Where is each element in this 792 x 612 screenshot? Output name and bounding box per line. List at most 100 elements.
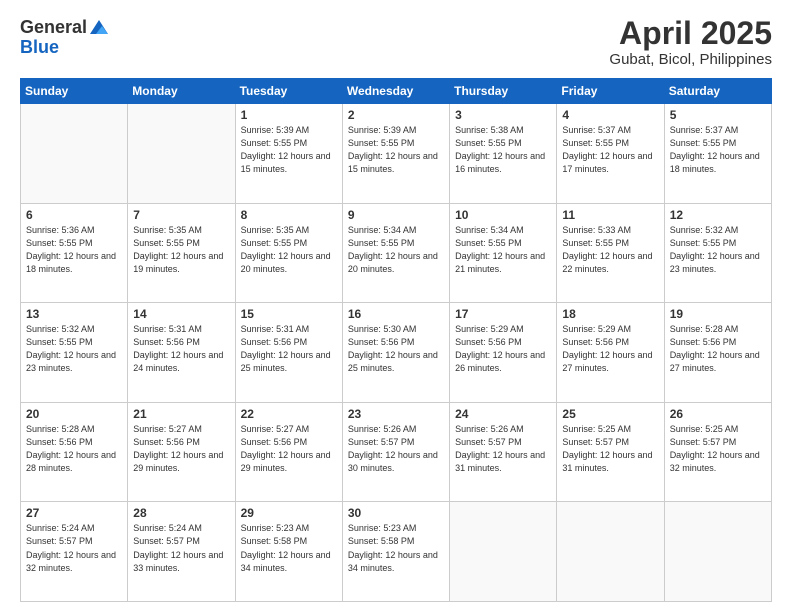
day-info: Sunrise: 5:32 AM Sunset: 5:55 PM Dayligh…	[670, 224, 766, 276]
day-number: 29	[241, 506, 337, 520]
calendar-week-row: 20 Sunrise: 5:28 AM Sunset: 5:56 PM Dayli…	[21, 402, 772, 502]
calendar-cell: 10 Sunrise: 5:34 AM Sunset: 5:55 PM Dayli…	[450, 203, 557, 303]
day-number: 25	[562, 407, 658, 421]
day-number: 27	[26, 506, 122, 520]
day-number: 5	[670, 108, 766, 122]
calendar-cell: 5 Sunrise: 5:37 AM Sunset: 5:55 PM Daylig…	[664, 104, 771, 204]
day-number: 22	[241, 407, 337, 421]
day-info: Sunrise: 5:28 AM Sunset: 5:56 PM Dayligh…	[670, 323, 766, 375]
day-number: 4	[562, 108, 658, 122]
calendar-cell	[664, 502, 771, 602]
calendar-cell: 19 Sunrise: 5:28 AM Sunset: 5:56 PM Dayli…	[664, 303, 771, 403]
day-info: Sunrise: 5:23 AM Sunset: 5:58 PM Dayligh…	[241, 522, 337, 574]
day-info: Sunrise: 5:30 AM Sunset: 5:56 PM Dayligh…	[348, 323, 444, 375]
column-header-wednesday: Wednesday	[342, 79, 449, 104]
calendar-week-row: 6 Sunrise: 5:36 AM Sunset: 5:55 PM Daylig…	[21, 203, 772, 303]
column-header-monday: Monday	[128, 79, 235, 104]
logo-general-text: General	[20, 18, 87, 36]
day-info: Sunrise: 5:24 AM Sunset: 5:57 PM Dayligh…	[26, 522, 122, 574]
calendar-cell: 7 Sunrise: 5:35 AM Sunset: 5:55 PM Daylig…	[128, 203, 235, 303]
day-number: 10	[455, 208, 551, 222]
day-info: Sunrise: 5:37 AM Sunset: 5:55 PM Dayligh…	[670, 124, 766, 176]
calendar-cell	[128, 104, 235, 204]
day-info: Sunrise: 5:35 AM Sunset: 5:55 PM Dayligh…	[133, 224, 229, 276]
day-number: 14	[133, 307, 229, 321]
day-info: Sunrise: 5:26 AM Sunset: 5:57 PM Dayligh…	[455, 423, 551, 475]
calendar-cell: 23 Sunrise: 5:26 AM Sunset: 5:57 PM Dayli…	[342, 402, 449, 502]
logo-icon	[88, 16, 110, 38]
column-header-thursday: Thursday	[450, 79, 557, 104]
day-info: Sunrise: 5:36 AM Sunset: 5:55 PM Dayligh…	[26, 224, 122, 276]
day-number: 13	[26, 307, 122, 321]
day-info: Sunrise: 5:34 AM Sunset: 5:55 PM Dayligh…	[455, 224, 551, 276]
day-number: 6	[26, 208, 122, 222]
day-info: Sunrise: 5:34 AM Sunset: 5:55 PM Dayligh…	[348, 224, 444, 276]
day-info: Sunrise: 5:25 AM Sunset: 5:57 PM Dayligh…	[670, 423, 766, 475]
calendar-cell: 22Sunrise: 5:27 AM Sunset: 5:56 PM Dayli…	[235, 402, 342, 502]
day-number: 11	[562, 208, 658, 222]
day-info: Sunrise: 5:31 AM Sunset: 5:56 PM Dayligh…	[133, 323, 229, 375]
day-number: 9	[348, 208, 444, 222]
day-number: 28	[133, 506, 229, 520]
day-info: Sunrise: 5:37 AM Sunset: 5:55 PM Dayligh…	[562, 124, 658, 176]
calendar-cell: 29 Sunrise: 5:23 AM Sunset: 5:58 PM Dayli…	[235, 502, 342, 602]
calendar-cell: 6 Sunrise: 5:36 AM Sunset: 5:55 PM Daylig…	[21, 203, 128, 303]
day-number: 15	[241, 307, 337, 321]
logo: General Blue	[20, 16, 110, 56]
page: General Blue April 2025 Gubat, Bicol, Ph…	[0, 0, 792, 612]
day-info: Sunrise: 5:31 AM Sunset: 5:56 PM Dayligh…	[241, 323, 337, 375]
calendar-cell: 25 Sunrise: 5:25 AM Sunset: 5:57 PM Dayli…	[557, 402, 664, 502]
logo-blue-text: Blue	[20, 38, 110, 56]
calendar-cell: 13Sunrise: 5:32 AM Sunset: 5:55 PM Dayli…	[21, 303, 128, 403]
calendar-week-row: 1 Sunrise: 5:39 AM Sunset: 5:55 PM Daylig…	[21, 104, 772, 204]
calendar-cell: 2 Sunrise: 5:39 AM Sunset: 5:55 PM Daylig…	[342, 104, 449, 204]
day-info: Sunrise: 5:35 AM Sunset: 5:55 PM Dayligh…	[241, 224, 337, 276]
calendar-cell: 26 Sunrise: 5:25 AM Sunset: 5:57 PM Dayli…	[664, 402, 771, 502]
day-info: Sunrise: 5:29 AM Sunset: 5:56 PM Dayligh…	[562, 323, 658, 375]
calendar-cell: 18Sunrise: 5:29 AM Sunset: 5:56 PM Dayli…	[557, 303, 664, 403]
calendar-cell: 27 Sunrise: 5:24 AM Sunset: 5:57 PM Dayli…	[21, 502, 128, 602]
day-info: Sunrise: 5:28 AM Sunset: 5:56 PM Dayligh…	[26, 423, 122, 475]
day-info: Sunrise: 5:23 AM Sunset: 5:58 PM Dayligh…	[348, 522, 444, 574]
calendar-cell	[557, 502, 664, 602]
day-info: Sunrise: 5:39 AM Sunset: 5:55 PM Dayligh…	[348, 124, 444, 176]
column-header-friday: Friday	[557, 79, 664, 104]
day-number: 1	[241, 108, 337, 122]
calendar-cell: 24 Sunrise: 5:26 AM Sunset: 5:57 PM Dayli…	[450, 402, 557, 502]
calendar-cell: 9 Sunrise: 5:34 AM Sunset: 5:55 PM Daylig…	[342, 203, 449, 303]
calendar-cell: 12 Sunrise: 5:32 AM Sunset: 5:55 PM Dayli…	[664, 203, 771, 303]
day-number: 7	[133, 208, 229, 222]
calendar-cell: 15 Sunrise: 5:31 AM Sunset: 5:56 PM Dayli…	[235, 303, 342, 403]
calendar-cell: 8 Sunrise: 5:35 AM Sunset: 5:55 PM Daylig…	[235, 203, 342, 303]
calendar-cell: 3Sunrise: 5:38 AM Sunset: 5:55 PM Daylig…	[450, 104, 557, 204]
calendar-cell: 11Sunrise: 5:33 AM Sunset: 5:55 PM Dayli…	[557, 203, 664, 303]
day-info: Sunrise: 5:26 AM Sunset: 5:57 PM Dayligh…	[348, 423, 444, 475]
calendar-cell: 1Sunrise: 5:39 AM Sunset: 5:55 PM Daylig…	[235, 104, 342, 204]
calendar-location: Gubat, Bicol, Philippines	[609, 51, 772, 68]
day-number: 8	[241, 208, 337, 222]
calendar-header-row: SundayMondayTuesdayWednesdayThursdayFrid…	[21, 79, 772, 104]
calendar-table: SundayMondayTuesdayWednesdayThursdayFrid…	[20, 78, 772, 602]
day-number: 19	[670, 307, 766, 321]
day-number: 2	[348, 108, 444, 122]
calendar-cell: 28 Sunrise: 5:24 AM Sunset: 5:57 PM Dayli…	[128, 502, 235, 602]
day-number: 3	[455, 108, 551, 122]
calendar-week-row: 27 Sunrise: 5:24 AM Sunset: 5:57 PM Dayli…	[21, 502, 772, 602]
calendar-cell: 14 Sunrise: 5:31 AM Sunset: 5:56 PM Dayli…	[128, 303, 235, 403]
day-number: 20	[26, 407, 122, 421]
day-number: 17	[455, 307, 551, 321]
day-number: 23	[348, 407, 444, 421]
calendar-cell: 20 Sunrise: 5:28 AM Sunset: 5:56 PM Dayli…	[21, 402, 128, 502]
day-number: 26	[670, 407, 766, 421]
header: General Blue April 2025 Gubat, Bicol, Ph…	[20, 16, 772, 68]
day-info: Sunrise: 5:27 AM Sunset: 5:56 PM Dayligh…	[133, 423, 229, 475]
day-info: Sunrise: 5:29 AM Sunset: 5:56 PM Dayligh…	[455, 323, 551, 375]
day-info: Sunrise: 5:24 AM Sunset: 5:57 PM Dayligh…	[133, 522, 229, 574]
column-header-saturday: Saturday	[664, 79, 771, 104]
day-number: 12	[670, 208, 766, 222]
calendar-cell: 4 Sunrise: 5:37 AM Sunset: 5:55 PM Daylig…	[557, 104, 664, 204]
day-number: 24	[455, 407, 551, 421]
title-block: April 2025 Gubat, Bicol, Philippines	[609, 16, 772, 68]
day-number: 30	[348, 506, 444, 520]
day-info: Sunrise: 5:25 AM Sunset: 5:57 PM Dayligh…	[562, 423, 658, 475]
